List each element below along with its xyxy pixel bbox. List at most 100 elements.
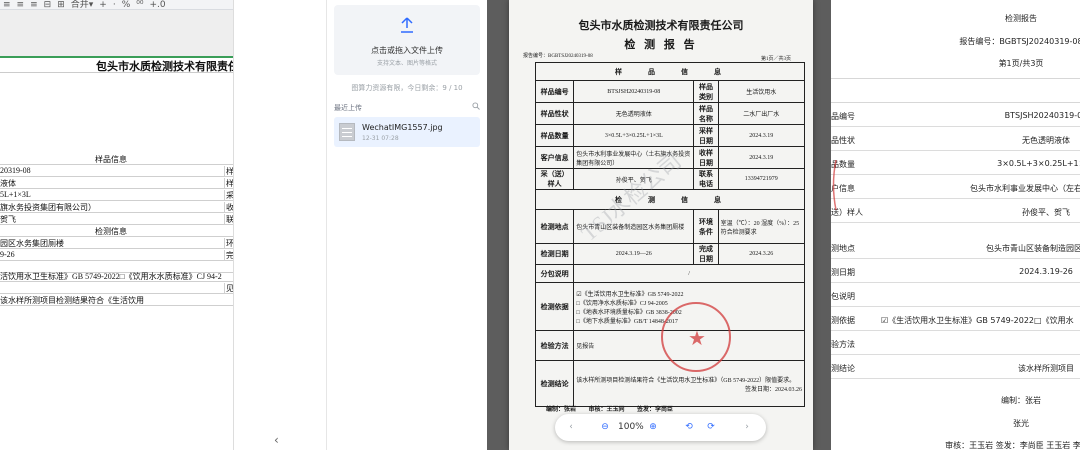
sheet-cell[interactable]: 见 [224, 283, 233, 293]
result-value: BTSJSH20240319-08 [1004, 111, 1080, 120]
cell-key: 样品编号 [534, 80, 575, 103]
result-key: 测地点 [831, 244, 855, 253]
cell-value: 二水厂出厂水 [717, 102, 806, 125]
result-key: 品编号 [831, 112, 855, 121]
upload-dropzone[interactable]: 点击或拖入文件上传 支持文本、图片等格式 [334, 5, 480, 75]
report-company: 包头市水质检测技术有限责任公司 [578, 20, 744, 32]
result-title: 检测报告 [1005, 14, 1037, 23]
text-result-pane[interactable]: 检测报告 报告编号：BGBTSJ20240319-08 第1页/共3页 品编号 B… [831, 0, 1080, 450]
cell-key: 联系电话 [693, 168, 719, 190]
sheet-row[interactable]: 该水样所测项目检测结果符合《生活饮用 [0, 294, 233, 306]
search-icon[interactable] [472, 102, 480, 110]
rotate-left-icon[interactable]: ⟲ [683, 421, 695, 433]
upload-hint: 支持文本、图片等格式 [376, 60, 437, 67]
preview-left-margin [234, 0, 326, 450]
result-row: 包说明 [831, 284, 1080, 307]
image-thumbnail-icon [339, 123, 355, 141]
zoom-out-icon[interactable]: ⊖ [599, 421, 611, 433]
toolbar-button[interactable]: % [122, 1, 131, 10]
result-row: 品性状 无色透明液体 [831, 128, 1080, 151]
zoom-toolbar: ‹ ⊖ 100% ⊕ ⟲ ⟳ › [555, 414, 766, 441]
upload-title: 点击或拖入文件上传 [371, 46, 443, 55]
toolbar-button[interactable]: ≡ [3, 1, 11, 10]
sheet-cell[interactable]: 环 [224, 238, 233, 248]
uploaded-file-item[interactable]: WechatIMG1557.jpg 12-31 07:28 [334, 117, 480, 147]
result-key: 测日期 [831, 268, 855, 277]
toolbar-button[interactable]: · [113, 1, 116, 10]
sheet-row[interactable]: 液体样 [0, 177, 233, 189]
sheet-row[interactable]: 20319-08 样 [0, 165, 233, 177]
sheet-cell[interactable]: 该水样所测项目检测结果符合《生活饮用 [0, 295, 222, 305]
sheet-cell[interactable]: 贺飞 [0, 214, 222, 224]
ribbon-area [0, 10, 233, 56]
sheet-cell[interactable]: 活饮用水卫生标准》GB 5749-2022□《饮用水水质标准》CJ 94-200… [0, 271, 222, 281]
cell-key: 分包说明 [534, 264, 575, 283]
chevron-left-icon[interactable]: ‹ [565, 421, 577, 433]
sheet-cell[interactable]: 20319-08 [0, 166, 222, 175]
cell-key: 采样日期 [693, 124, 719, 147]
result-value: 无色透明液体 [1022, 136, 1070, 145]
sheet-row[interactable]: 活饮用水卫生标准》GB 5749-2022□《饮用水水质标准》CJ 94-200… [0, 270, 233, 282]
result-value: 2024.3.19-26 [1019, 267, 1073, 276]
toolbar-button[interactable]: +.0 [149, 1, 165, 10]
app-root: ≡≡≡⊟⊞合并▾+·%⁰⁰+.0 包头市水质检测技术有限责任公 样品信息2031… [0, 0, 1080, 450]
result-value: 包头市水利事业发展中心（左右旗水务投资 [970, 184, 1080, 193]
toolbar-button[interactable]: ≡ [17, 1, 25, 10]
toolbar-button[interactable]: ⊟ [44, 1, 52, 10]
sheet-cell[interactable]: 采 [224, 190, 233, 200]
sheet-cell[interactable]: 联 [224, 214, 233, 224]
cell-value: / [573, 264, 805, 283]
sheet-row[interactable]: 园区水务集团厕楼环 [0, 237, 233, 249]
sheet-cell[interactable]: 液体 [0, 178, 222, 188]
result-key: 验方法 [831, 340, 855, 349]
sheet-cell[interactable]: 完 [224, 250, 233, 260]
sheet-row[interactable]: 9-26 完 [0, 249, 233, 261]
sheet-row[interactable]: 检测信息 [0, 225, 233, 237]
cell-value: 2024.3.19—26 [573, 243, 695, 265]
cell-key: 样品名称 [693, 102, 719, 125]
toolbar-button[interactable]: ≡ [30, 1, 38, 10]
sheet-cell[interactable]: 9-26 [0, 250, 222, 259]
spreadsheet-pane[interactable]: ≡≡≡⊟⊞合并▾+·%⁰⁰+.0 包头市水质检测技术有限责任公 样品信息2031… [0, 0, 234, 450]
result-key: 包说明 [831, 292, 855, 301]
sheet-row[interactable]: 见 [0, 282, 233, 294]
rotate-right-icon[interactable]: ⟳ [705, 421, 717, 433]
result-row: 验方法 [831, 332, 1080, 355]
toolbar-button[interactable]: 合并▾ [71, 1, 94, 10]
toolbar-button[interactable]: ⁰⁰ [136, 1, 143, 10]
sheet-cell[interactable]: 旗水务投资集团有限公司） [0, 202, 222, 212]
result-value: 该水样所测项目 [1018, 364, 1074, 373]
conclusion-text: 该水样所测项目检测结果符合《生活饮用水卫生标准》（GB 5749-2022）限值… [576, 377, 796, 384]
result-report-no: 报告编号：BGBTSJ20240319-08 [959, 37, 1080, 46]
sheet-cell[interactable]: 样 [224, 178, 233, 188]
result-row: 测结论 该水样所测项目 [831, 356, 1080, 379]
result-row: 户信息包头市水利事业发展中心（左右旗水务投资 [831, 176, 1080, 199]
cell-key: 客户信息 [534, 146, 575, 169]
cell-value: 2024.3.26 [717, 243, 806, 265]
cell-key: 样品性状 [534, 102, 575, 125]
sheet-cell[interactable]: 收 [224, 202, 233, 212]
sheet-cell[interactable]: 5L+1×3L [0, 190, 222, 199]
sheet-row[interactable]: 样品信息 [0, 153, 233, 165]
sheet-row[interactable]: 贺飞联 [0, 213, 233, 225]
cell-key: 检测结论 [534, 360, 575, 407]
sheet-cell[interactable]: 园区水务集团厕楼 [0, 238, 222, 248]
chevron-left-icon[interactable]: ‹ [274, 433, 284, 447]
toolbar-button[interactable]: + [99, 1, 107, 10]
sheet-cell[interactable]: 检测信息 [0, 226, 222, 236]
file-time: 12-31 07:28 [362, 135, 399, 142]
image-preview[interactable]: 包头市水质检测技术有限责任公司 检 测 报 告 报告编号：BGBTSJ20240… [487, 0, 831, 450]
cell-value: 3×0.5L+3×0.25L+1×3L [573, 124, 695, 147]
cell-key: 检测依据 [534, 282, 575, 331]
cell-key: 样品类别 [693, 80, 719, 103]
zoom-in-icon[interactable]: ⊕ [647, 421, 659, 433]
chevron-right-icon[interactable]: › [741, 421, 753, 433]
sign-date: 签发日期：2024.03.26 [744, 386, 802, 393]
toolbar-button[interactable]: ⊞ [57, 1, 65, 10]
sheet-cell[interactable]: 样 [224, 166, 233, 176]
sheet-row[interactable]: 旗水务投资集团有限公司）收 [0, 201, 233, 213]
sheet-row[interactable]: 5L+1×3L 采 [0, 189, 233, 201]
sheet-title-cell[interactable]: 包头市水质检测技术有限责任公 [0, 58, 233, 72]
sheet-cell[interactable]: 样品信息 [0, 154, 222, 164]
cell-value: 室温（℃）：20 湿度（%）：25 符合检测要求 [717, 209, 806, 244]
